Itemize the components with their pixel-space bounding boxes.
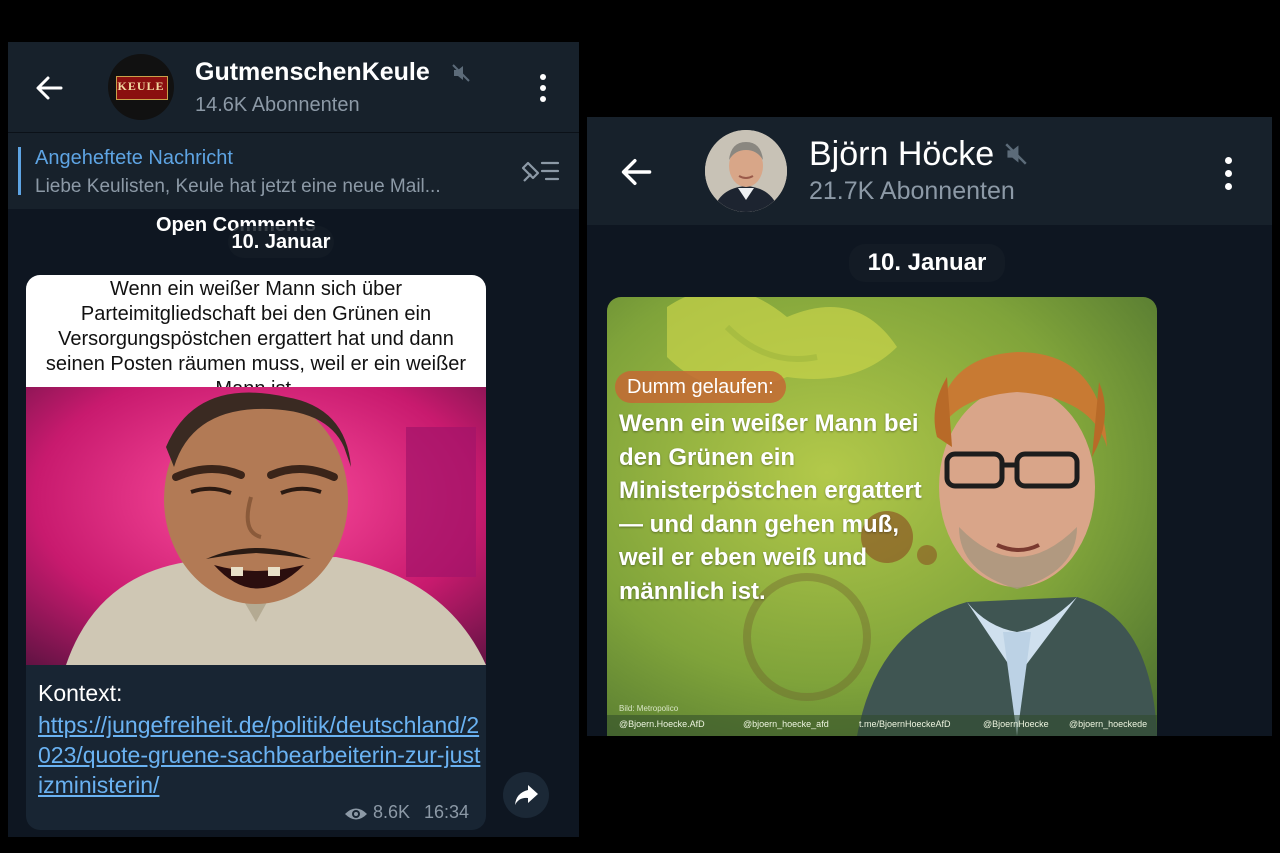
post-tag: Dumm gelaufen: (615, 371, 786, 403)
channel-avatar[interactable]: KEULE (108, 54, 174, 120)
meme-caption-text: Wenn ein weißer Mann sich über Parteimit… (45, 278, 467, 400)
date-separator: 10. Januar (228, 226, 334, 258)
muted-speaker-icon (452, 64, 470, 82)
pin-list-icon[interactable] (520, 157, 562, 185)
channel-title[interactable]: GutmenschenKeule (195, 58, 430, 87)
avatar-logo-text: KEULE (117, 79, 165, 93)
meme-caption-box: Wenn ein weißer Mann sich über Parteimit… (26, 275, 486, 400)
muted-speaker-icon (1005, 143, 1027, 165)
context-label: Kontext: (38, 680, 123, 706)
profile-photo (705, 130, 787, 212)
message-time: 16:34 (424, 802, 470, 822)
message-bubble[interactable]: Wenn ein weißer Mann sich über Parteimit… (26, 275, 486, 830)
laughing-man-image[interactable] (26, 387, 486, 665)
channel-header: KEULE GutmenschenKeule 14.6K Abonnenten (8, 42, 579, 132)
back-arrow-icon[interactable] (619, 155, 653, 189)
channel-header: Björn Höcke 21.7K Abonnenten (587, 117, 1272, 225)
date-separator: 10. Januar (849, 244, 1005, 282)
tiktok-handle: @bjoern_hoeckede (1069, 719, 1148, 729)
telegram-channel-screen-left: KEULE GutmenschenKeule 14.6K Abonnenten … (8, 42, 579, 837)
telegram-handle: t.me/BjoernHoeckeAfD (859, 719, 951, 729)
twitter-handle: @BjoernHoecke (983, 719, 1049, 729)
telegram-channel-screen-right: Björn Höcke 21.7K Abonnenten 10. Januar (587, 117, 1272, 736)
social-handles-footer: @Bjoern.Hoecke.AfD @bjoern_hoecke_afd t.… (607, 715, 1157, 736)
pinned-text: Liebe Keulisten, Keule hat jetzt eine ne… (35, 176, 441, 197)
share-arrow-icon (515, 785, 538, 805)
views-eye-icon (345, 808, 367, 820)
back-arrow-icon[interactable] (34, 73, 64, 103)
share-button[interactable] (503, 772, 549, 818)
instagram-handle: @bjoern_hoecke_afd (743, 719, 829, 729)
image-credit: Bild: Metropolico (619, 704, 679, 713)
subscriber-count: 21.7K Abonnenten (809, 177, 1015, 205)
more-options-icon[interactable] (539, 74, 547, 107)
channel-title[interactable]: Björn Höcke (809, 135, 994, 174)
article-link[interactable]: https://jungefreiheit.de/politik/deutsch… (38, 710, 483, 800)
subscriber-count: 14.6K Abonnenten (195, 94, 360, 116)
post-quote-text: Wenn ein weißer Mann bei den Grünen ein … (619, 410, 922, 605)
pinned-accent-bar (18, 147, 21, 195)
post-image[interactable]: Dumm gelaufen: Wenn ein weißer Mann bei … (607, 297, 1157, 736)
more-options-icon[interactable] (1224, 157, 1232, 195)
view-count: 8.6K (373, 802, 411, 822)
pinned-message-bar[interactable]: Angeheftete Nachricht Liebe Keulisten, K… (8, 132, 579, 209)
channel-avatar[interactable] (705, 130, 787, 212)
pinned-title: Angeheftete Nachricht (35, 147, 233, 169)
facebook-handle: @Bjoern.Hoecke.AfD (619, 719, 705, 729)
